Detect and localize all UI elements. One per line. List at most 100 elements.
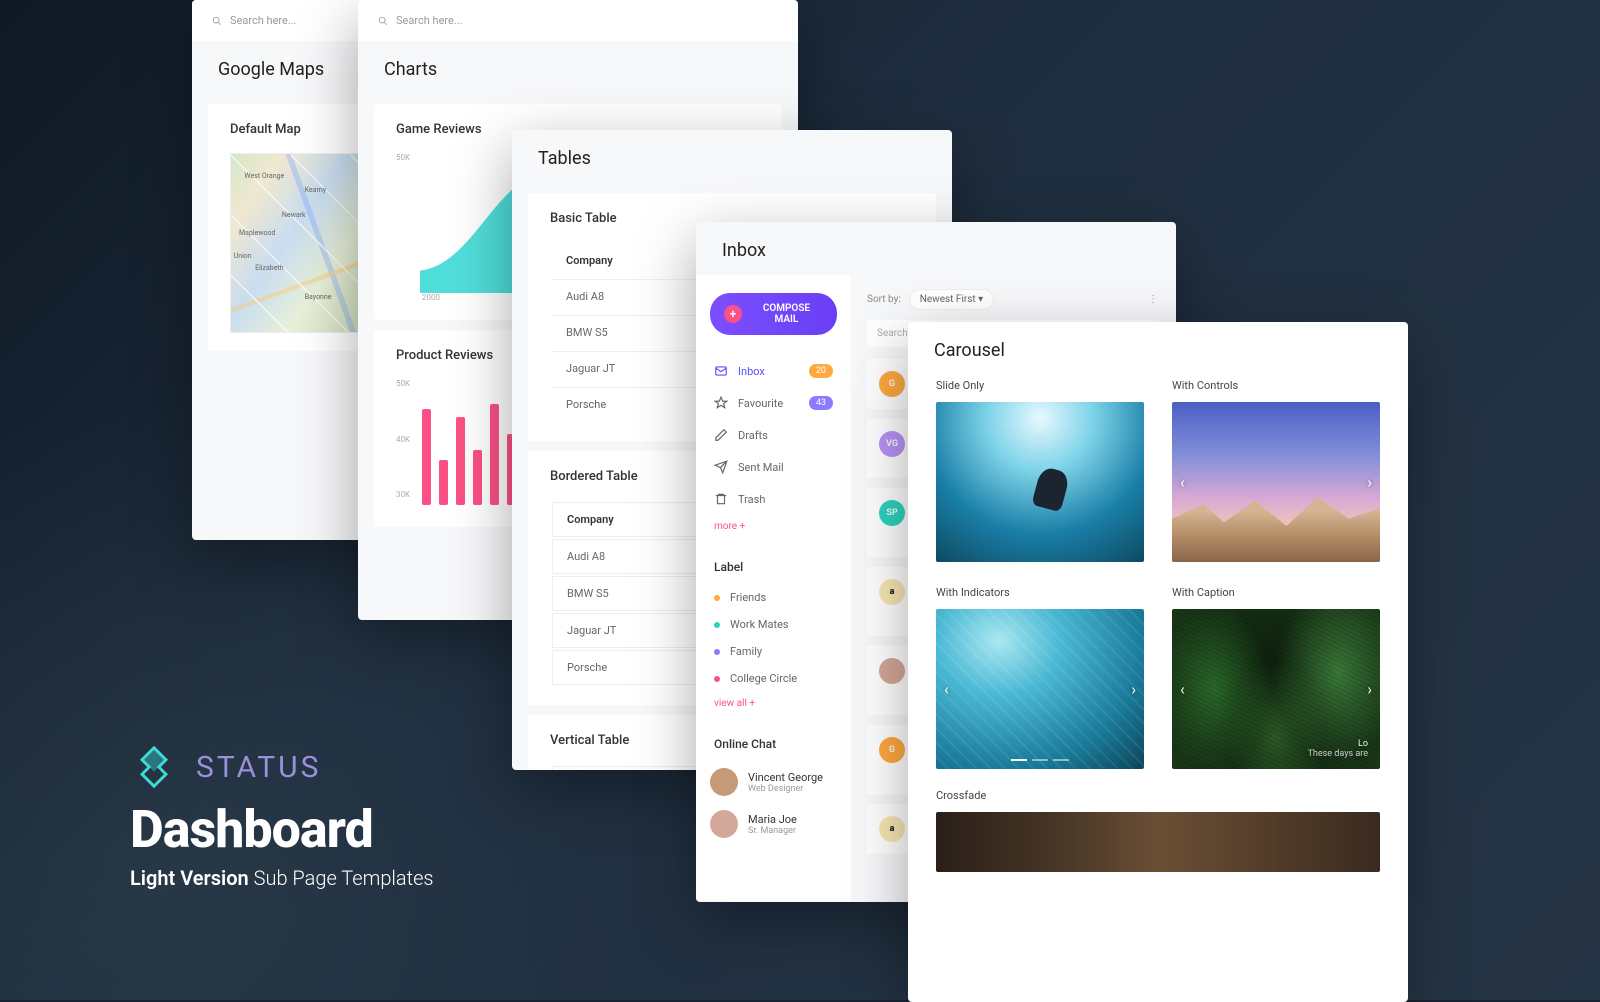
avatar [710, 810, 738, 838]
chat-role: Web Designer [748, 784, 823, 794]
y-tick: 50K [396, 153, 410, 162]
trash-icon [714, 492, 728, 506]
folder-label: Drafts [738, 429, 768, 442]
chat-name: Maria Joe [748, 813, 797, 826]
prev-icon[interactable]: ‹ [944, 680, 949, 699]
y-tick: 30K [396, 490, 410, 499]
next-icon[interactable]: › [1131, 680, 1136, 699]
sort-row: Sort by: Newest First ▾ ⋮ [867, 289, 1160, 310]
star-icon [714, 396, 728, 410]
carousel-slide[interactable] [936, 402, 1144, 562]
brand-name: STATUS [196, 750, 321, 785]
prev-icon[interactable]: ‹ [1180, 680, 1185, 699]
map-label: West Orange [244, 172, 284, 180]
y-tick: 40K [396, 435, 410, 444]
brand-logo-icon [130, 743, 178, 791]
search-placeholder: Search here... [396, 14, 463, 27]
search-icon [212, 16, 222, 26]
dot-icon [714, 595, 720, 601]
map-embed[interactable]: West Orange Kearny Newark Maplewood Eliz… [230, 153, 366, 333]
send-icon [714, 460, 728, 474]
next-icon[interactable]: › [1367, 473, 1372, 492]
avatar: SP [879, 500, 905, 526]
page-title: Carousel [908, 322, 1408, 375]
avatar: a [879, 816, 905, 842]
folder-trash[interactable]: Trash [710, 483, 837, 515]
folder-label: Trash [738, 493, 765, 506]
map-label: Union [234, 252, 252, 260]
label-text: Friends [730, 591, 766, 604]
map-label: Newark [282, 211, 306, 219]
search-bar[interactable]: Search here... [358, 0, 798, 41]
folder-label: Sent Mail [738, 461, 784, 474]
compose-button[interactable]: + COMPOSE MAIL [710, 293, 837, 335]
avatar: G [879, 371, 905, 397]
avatar: G [879, 737, 905, 763]
map-label: Elizabeth [255, 264, 283, 272]
map-label: Maplewood [239, 229, 275, 237]
label-item[interactable]: College Circle [710, 665, 837, 692]
next-icon[interactable]: › [1367, 680, 1372, 699]
carousel-label: Crossfade [936, 789, 1380, 802]
carousel-slide[interactable]: ‹›LoThese days are [1172, 609, 1380, 769]
carousel-label: With Caption [1172, 586, 1380, 599]
map-label: Kearny [305, 186, 326, 194]
dot-icon [714, 622, 720, 628]
page-title: Inbox [696, 222, 1176, 275]
chat-name: Vincent George [748, 771, 823, 784]
search-placeholder: Search here... [230, 14, 297, 27]
map-label: Bayonne [305, 293, 332, 301]
folder-inbox[interactable]: Inbox20 [710, 355, 837, 387]
chat-item[interactable]: Maria JoeSr. Manager [710, 803, 837, 845]
crossfade-section: Crossfade [908, 789, 1408, 872]
chat-role: Sr. Manager [748, 826, 797, 836]
avatar [879, 658, 905, 684]
carousel-item: With Indicators‹› [936, 586, 1144, 769]
label-section-title: Label [714, 560, 837, 574]
plus-icon: + [724, 305, 742, 323]
folder-label: Favourite [738, 397, 783, 410]
carousel-label: Slide Only [936, 379, 1144, 392]
carousel-label: With Indicators [936, 586, 1144, 599]
viewall-link[interactable]: view all + [710, 692, 837, 715]
dot-icon [714, 649, 720, 655]
carousel-item: With Controls‹› [1172, 379, 1380, 562]
label-item[interactable]: Work Mates [710, 611, 837, 638]
search-icon [378, 16, 388, 26]
more-icon[interactable]: ⋮ [1148, 294, 1160, 305]
badge: 43 [809, 396, 833, 410]
page-title: Charts [358, 41, 798, 94]
carousel-slide[interactable]: ‹› [1172, 402, 1380, 562]
label-item[interactable]: Friends [710, 584, 837, 611]
chat-item[interactable]: Vincent GeorgeWeb Designer [710, 761, 837, 803]
folder-drafts[interactable]: Drafts [710, 419, 837, 451]
carousel-item: Slide Only [936, 379, 1144, 562]
label-text: Family [730, 645, 762, 658]
chat-section-title: Online Chat [714, 737, 837, 751]
prev-icon[interactable]: ‹ [1180, 473, 1185, 492]
indicators[interactable] [1011, 759, 1069, 761]
bar [422, 409, 431, 505]
more-link[interactable]: more + [710, 515, 837, 538]
avatar [710, 768, 738, 796]
promo-title: Dashboard [130, 799, 434, 860]
carousel-crossfade[interactable] [936, 812, 1380, 872]
carousel-slide[interactable]: ‹› [936, 609, 1144, 769]
bar [456, 417, 465, 505]
panel-title: Default Map [230, 122, 366, 137]
mail-icon [714, 364, 728, 378]
folder-favourite[interactable]: Favourite 43 [710, 387, 837, 419]
sort-label: Sort by: [867, 294, 901, 305]
avatar: VG [879, 431, 905, 457]
label-item[interactable]: Family [710, 638, 837, 665]
page-title: Tables [512, 130, 952, 183]
sort-dropdown[interactable]: Newest First ▾ [909, 289, 994, 310]
carousel-page: Carousel Slide OnlyWith Controls‹›With I… [908, 322, 1408, 1002]
bar [473, 450, 482, 505]
bar [490, 404, 499, 505]
carousel-item: With Caption‹›LoThese days are [1172, 586, 1380, 769]
dot-icon [714, 676, 720, 682]
carousel-label: With Controls [1172, 379, 1380, 392]
folder-sent-mail[interactable]: Sent Mail [710, 451, 837, 483]
bar [439, 460, 448, 505]
